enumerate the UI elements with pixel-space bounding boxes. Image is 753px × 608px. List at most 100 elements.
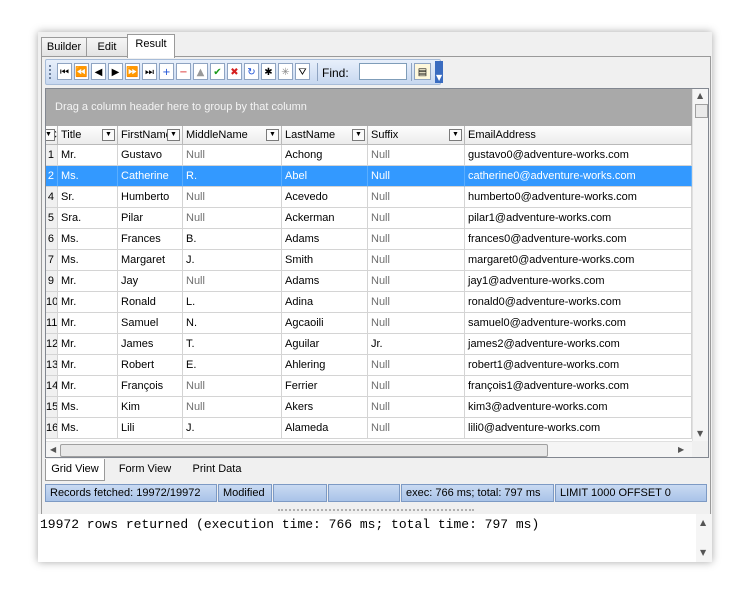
table-cell-lastname[interactable]: Agcaoili: [282, 313, 368, 334]
table-cell-suffix[interactable]: Null: [368, 145, 465, 166]
scroll-up-icon[interactable]: ▲: [697, 91, 703, 100]
table-cell-lastname[interactable]: Acevedo: [282, 187, 368, 208]
table-cell-emailaddress[interactable]: frances0@adventure-works.com: [465, 229, 692, 250]
table-cell-suffix[interactable]: Null: [368, 166, 465, 187]
prior-page-icon[interactable]: ⏪: [74, 63, 89, 80]
table-cell-contact[interactable]: 11: [46, 313, 58, 334]
table-cell-title[interactable]: Ms.: [58, 229, 118, 250]
table-row[interactable]: 12 Mr. James T. Aguilar Jr. james2@adventure-w…: [46, 334, 692, 355]
table-cell-middlename[interactable]: Null: [183, 145, 282, 166]
table-cell-middlename[interactable]: Null: [183, 187, 282, 208]
scroll-down-icon[interactable]: ▼: [700, 548, 706, 557]
table-cell-middlename[interactable]: Null: [183, 208, 282, 229]
column-filter-dropdown-icon[interactable]: ▼: [266, 129, 279, 141]
table-cell-suffix[interactable]: Null: [368, 187, 465, 208]
table-cell-title[interactable]: Mr.: [58, 334, 118, 355]
table-cell-contact[interactable]: 6: [46, 229, 58, 250]
table-cell-firstname[interactable]: Ronald: [118, 292, 183, 313]
scroll-up-icon[interactable]: ▲: [700, 518, 706, 527]
table-row[interactable]: 16 Ms. Lili J. Alameda Null lili0@adventure-wo…: [46, 418, 692, 439]
column-filter-dropdown-icon[interactable]: ▼: [102, 129, 115, 141]
table-cell-middlename[interactable]: N.: [183, 313, 282, 334]
table-row[interactable]: 15 Ms. Kim Null Akers Null kim3@adventure-work…: [46, 397, 692, 418]
clear-filter-icon[interactable]: ✳: [278, 63, 293, 80]
table-cell-firstname[interactable]: Margaret: [118, 250, 183, 271]
column-header-emailaddress[interactable]: EmailAddress: [465, 126, 692, 145]
vertical-scrollbar[interactable]: ▲ ▼: [692, 89, 708, 441]
tab-form-view[interactable]: Form View: [115, 459, 175, 480]
table-row[interactable]: 14 Mr. François Null Ferrier Null françois1@ad…: [46, 376, 692, 397]
table-cell-lastname[interactable]: Ferrier: [282, 376, 368, 397]
table-cell-emailaddress[interactable]: ronald0@adventure-works.com: [465, 292, 692, 313]
column-header-middlename[interactable]: MiddleName ▼: [183, 126, 282, 145]
tab-print-data[interactable]: Print Data: [187, 459, 247, 480]
table-cell-lastname[interactable]: Adams: [282, 229, 368, 250]
column-header-lastname[interactable]: LastName ▼: [282, 126, 368, 145]
table-cell-contact[interactable]: 13: [46, 355, 58, 376]
column-header-firstname[interactable]: FirstName ▼: [118, 126, 183, 145]
horizontal-scroll-thumb[interactable]: [60, 444, 548, 457]
table-cell-contact[interactable]: 1: [46, 145, 58, 166]
table-cell-firstname[interactable]: James: [118, 334, 183, 355]
post-edit-icon[interactable]: ✔: [210, 63, 225, 80]
table-cell-emailaddress[interactable]: pilar1@adventure-works.com: [465, 208, 692, 229]
tab-builder[interactable]: Builder: [41, 37, 87, 57]
prior-record-icon[interactable]: ◀: [91, 63, 106, 80]
table-cell-title[interactable]: Mr.: [58, 355, 118, 376]
table-cell-middlename[interactable]: T.: [183, 334, 282, 355]
table-row[interactable]: 13 Mr. Robert E. Ahlering Null robert1@adventu…: [46, 355, 692, 376]
filter-icon[interactable]: ⛛: [295, 63, 310, 80]
table-cell-lastname[interactable]: Ahlering: [282, 355, 368, 376]
delete-record-icon[interactable]: −: [176, 63, 191, 80]
column-filter-dropdown-icon[interactable]: ▼: [167, 129, 180, 141]
group-by-area[interactable]: Drag a column header here to group by th…: [46, 89, 692, 126]
table-cell-contact[interactable]: 9: [46, 271, 58, 292]
table-cell-suffix[interactable]: Jr.: [368, 334, 465, 355]
tab-grid-view[interactable]: Grid View: [45, 459, 105, 481]
table-cell-contact[interactable]: 14: [46, 376, 58, 397]
column-header-suffix[interactable]: Suffix ▼: [368, 126, 465, 145]
table-cell-title[interactable]: Sra.: [58, 208, 118, 229]
table-cell-lastname[interactable]: Ackerman: [282, 208, 368, 229]
table-cell-contact[interactable]: 2: [46, 166, 58, 187]
table-cell-suffix[interactable]: Null: [368, 397, 465, 418]
table-cell-contact[interactable]: 15: [46, 397, 58, 418]
column-filter-dropdown-icon[interactable]: ▼: [352, 129, 365, 141]
table-row[interactable]: 4 Sr. Humberto Null Acevedo Null humberto0@adv…: [46, 187, 692, 208]
table-cell-emailaddress[interactable]: françois1@adventure-works.com: [465, 376, 692, 397]
table-cell-lastname[interactable]: Adina: [282, 292, 368, 313]
table-cell-title[interactable]: Mr.: [58, 145, 118, 166]
tab-edit[interactable]: Edit: [86, 37, 128, 57]
table-cell-contact[interactable]: 5: [46, 208, 58, 229]
table-cell-suffix[interactable]: Null: [368, 271, 465, 292]
table-cell-emailaddress[interactable]: humberto0@adventure-works.com: [465, 187, 692, 208]
toolbar-grip[interactable]: [49, 65, 54, 79]
scroll-down-icon[interactable]: ▼: [697, 429, 703, 438]
table-cell-title[interactable]: Mr.: [58, 292, 118, 313]
refresh-icon[interactable]: ↻: [244, 63, 259, 80]
table-cell-middlename[interactable]: R.: [183, 166, 282, 187]
table-cell-suffix[interactable]: Null: [368, 250, 465, 271]
message-scrollbar[interactable]: ▲ ▼: [696, 514, 712, 562]
toolbar-overflow-button[interactable]: ▼: [435, 61, 443, 83]
table-row[interactable]: 10 Mr. Ronald L. Adina Null ronald0@adventure-…: [46, 292, 692, 313]
table-cell-suffix[interactable]: Null: [368, 376, 465, 397]
table-row[interactable]: 1 Mr. Gustavo Null Achong Null gustavo0@advent…: [46, 145, 692, 166]
table-cell-lastname[interactable]: Adams: [282, 271, 368, 292]
next-page-icon[interactable]: ⏩: [125, 63, 140, 80]
table-cell-contact[interactable]: 12: [46, 334, 58, 355]
table-cell-middlename[interactable]: Null: [183, 376, 282, 397]
table-row[interactable]: 5 Sra. Pilar Null Ackerman Null pilar1@adventu…: [46, 208, 692, 229]
column-header-contact[interactable]: Contact▼: [46, 126, 58, 145]
table-cell-contact[interactable]: 4: [46, 187, 58, 208]
horizontal-scrollbar[interactable]: ◀ ▶: [46, 441, 692, 457]
table-cell-suffix[interactable]: Null: [368, 313, 465, 334]
table-cell-firstname[interactable]: Pilar: [118, 208, 183, 229]
table-cell-title[interactable]: Ms.: [58, 166, 118, 187]
table-cell-firstname[interactable]: François: [118, 376, 183, 397]
table-cell-title[interactable]: Ms.: [58, 418, 118, 439]
column-filter-dropdown-icon[interactable]: ▼: [46, 129, 55, 141]
table-cell-emailaddress[interactable]: lili0@adventure-works.com: [465, 418, 692, 439]
table-cell-contact[interactable]: 7: [46, 250, 58, 271]
table-cell-firstname[interactable]: Lili: [118, 418, 183, 439]
